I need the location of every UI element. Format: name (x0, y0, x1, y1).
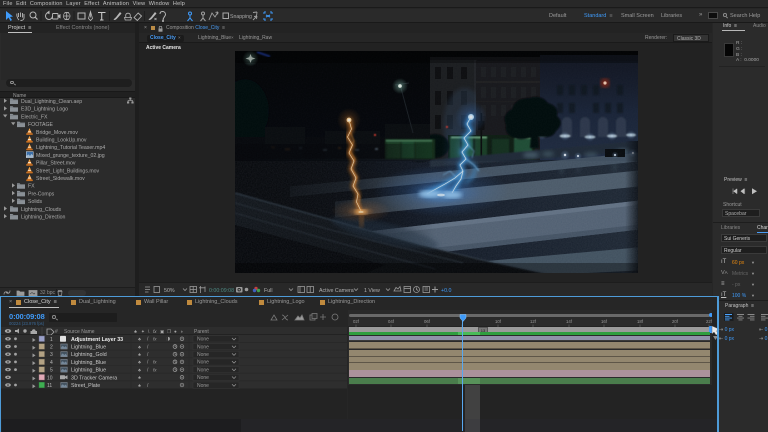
svg-text:10f: 10f (495, 319, 502, 324)
svg-text:12f: 12f (530, 319, 537, 324)
svg-text:✦: ✦ (141, 329, 145, 334)
svg-text:3D Tracker Camera: 3D Tracker Camera (71, 375, 117, 381)
svg-text:●: ● (174, 329, 177, 334)
svg-text:1: 1 (50, 337, 53, 343)
svg-text:Solids: Solids (28, 199, 43, 205)
svg-text:FX: FX (28, 184, 35, 190)
svg-text:Lightning_Blue: Lightning_Blue (71, 368, 106, 374)
svg-text:Lightning_Gold: Lightning_Gold (71, 352, 107, 358)
svg-text:Snapping: Snapping (230, 14, 252, 20)
svg-text:4: 4 (50, 360, 53, 366)
svg-text:Street_Sidewalk.mov: Street_Sidewalk.mov (36, 176, 85, 182)
svg-text:0:00:09:08: 0:00:09:08 (209, 288, 234, 294)
svg-text:❐: ❐ (167, 329, 172, 334)
svg-text:Building_LookUp.mov: Building_LookUp.mov (36, 138, 87, 144)
svg-text:Electric_FX: Electric_FX (21, 114, 48, 120)
svg-text:Full: Full (264, 288, 273, 294)
svg-text:+0.0: +0.0 (441, 288, 452, 294)
svg-text:02f: 02f (353, 319, 360, 324)
svg-text:Pillar_Street.mov: Pillar_Street.mov (36, 161, 76, 167)
svg-text:20f: 20f (672, 319, 679, 324)
svg-text:Mixed_grunge_texture_02.jpg: Mixed_grunge_texture_02.jpg (36, 153, 105, 159)
svg-text:Lightning_Tutorial Teaser.mp4: Lightning_Tutorial Teaser.mp4 (36, 145, 105, 151)
svg-text:fx: fx (153, 329, 157, 334)
svg-text:▣: ▣ (160, 329, 165, 334)
svg-text:50%: 50% (164, 288, 175, 294)
svg-text:3: 3 (50, 352, 53, 358)
svg-text:Street_Light_Buildings.mov: Street_Light_Buildings.mov (36, 168, 100, 174)
svg-text:Lightning_Clouds: Lightning_Clouds (21, 207, 61, 213)
svg-text:06f: 06f (424, 319, 431, 324)
svg-text:Bridge_Move.mov: Bridge_Move.mov (36, 130, 78, 136)
svg-text:14f: 14f (566, 319, 573, 324)
svg-text:16f: 16f (601, 319, 608, 324)
svg-text:Lightning_Blue: Lightning_Blue (71, 345, 106, 351)
svg-text:♣: ♣ (134, 329, 137, 334)
svg-text:Lightning_Blue: Lightning_Blue (71, 360, 106, 366)
svg-text:Lightning_Direction: Lightning_Direction (21, 215, 66, 221)
svg-text:Dual_Lightning_Clean.aep: Dual_Lightning_Clean.aep (21, 99, 82, 105)
svg-text:Adjustment Layer 33: Adjustment Layer 33 (71, 337, 123, 343)
svg-text:5: 5 (50, 368, 53, 374)
svg-text:10: 10 (47, 375, 53, 381)
svg-text:◑: ◑ (180, 329, 183, 334)
svg-text:04f: 04f (388, 319, 395, 324)
svg-text:Active Camera: Active Camera (319, 288, 354, 294)
svg-text:2: 2 (50, 345, 53, 351)
svg-text:FOOTAGE: FOOTAGE (28, 122, 54, 128)
svg-text:\: \ (148, 329, 150, 334)
svg-text:Pre-Comps: Pre-Comps (28, 191, 55, 197)
svg-text:18f: 18f (637, 319, 644, 324)
svg-text:E3D_Lightning Logo: E3D_Lightning Logo (21, 107, 68, 113)
svg-text:1 View: 1 View (364, 288, 380, 294)
